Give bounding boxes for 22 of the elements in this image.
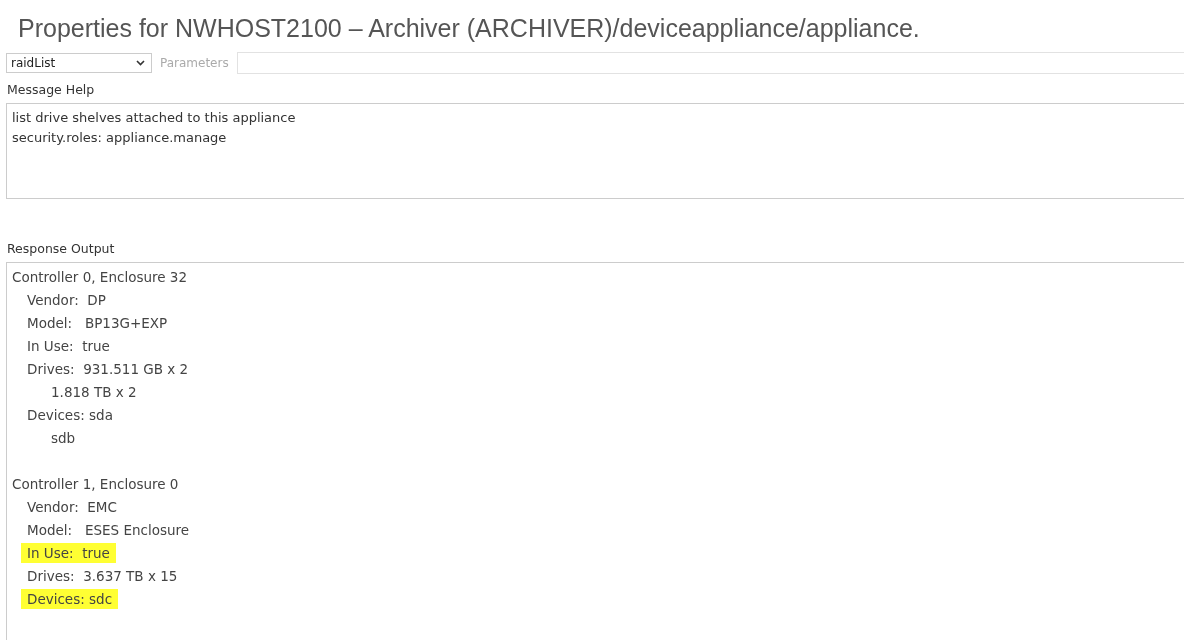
output-line: Controller 0, Enclosure 32 [12,269,187,285]
help-text: security.roles: appliance.manage [12,129,228,147]
message-help-box[interactable]: list drive shelves attached to this appliance security.roles: appliance.manage [6,103,1184,199]
output-line: Model: ESES Enclosure [27,522,190,538]
caret-icon [136,60,145,66]
output-line: Devices: sda [27,407,113,423]
output-line: Drives: 3.637 TB x 15 [27,568,178,584]
parameters-field[interactable] [236,52,1184,74]
window-title: Properties for NWHOST2100 – Archiver (ARCHIVER)/deviceappliance/appliance. [18,14,921,43]
parameters-label: Parameters [160,56,229,70]
message-select[interactable]: raidList [6,53,152,73]
output-line: Drives: 931.511 GB x 2 [27,361,189,377]
output-line: In Use: true [27,338,110,354]
output-line: sdb [51,430,76,446]
response-output-label: Response Output [7,241,116,256]
help-text: list drive shelves attached to this appliance [12,109,297,127]
output-line: 1.818 TB x 2 [51,384,137,400]
output-line: Model: BP13G+EXP [27,315,168,331]
output-line: Vendor: EMC [27,499,117,515]
message-help-label: Message Help [7,82,96,97]
output-line: Vendor: DP [27,292,106,308]
output-line: Controller 1, Enclosure 0 [12,476,179,492]
